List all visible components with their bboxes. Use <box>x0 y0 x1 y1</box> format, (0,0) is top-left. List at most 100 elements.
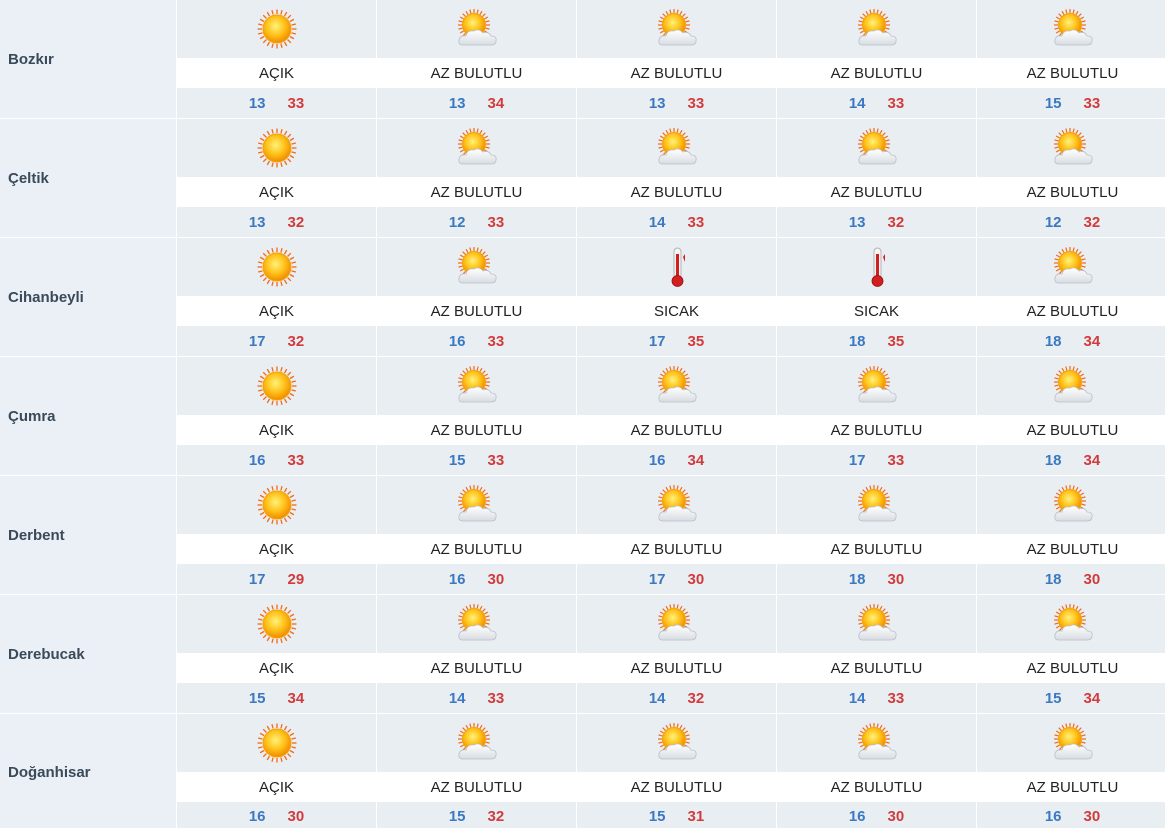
temperature-range: 17 30 <box>577 564 776 594</box>
max-temperature: 29 <box>287 570 305 588</box>
partly-cloudy-icon <box>455 7 499 51</box>
max-temperature: 34 <box>287 689 305 707</box>
temperature-range: 13 32 <box>777 207 976 237</box>
temperature-range: 18 34 <box>977 445 1165 475</box>
max-temperature: 34 <box>1083 689 1101 707</box>
max-temperature: 31 <box>687 807 705 825</box>
city-name[interactable]: Çeltik <box>0 119 177 237</box>
max-temperature: 30 <box>887 807 905 825</box>
weather-icon-cell <box>177 476 376 534</box>
min-temperature: 17 <box>848 451 866 469</box>
weather-description: AZ BULUTLU <box>377 58 576 88</box>
city-name[interactable]: Doğanhisar <box>0 714 177 828</box>
max-temperature: 34 <box>1083 332 1101 350</box>
max-temperature: 33 <box>487 451 505 469</box>
city-name[interactable]: Derebucak <box>0 595 177 713</box>
weather-description: AZ BULUTLU <box>977 415 1165 445</box>
temperature-range: 17 29 <box>177 564 376 594</box>
weather-description: AZ BULUTLU <box>977 177 1165 207</box>
min-temperature: 17 <box>648 570 666 588</box>
weather-description: AZ BULUTLU <box>577 534 776 564</box>
forecast-day-cell: AÇIK 16 30 <box>177 714 377 828</box>
weather-icon-cell <box>577 714 776 772</box>
min-temperature: 18 <box>1044 332 1062 350</box>
temperature-range: 14 33 <box>777 683 976 713</box>
partly-cloudy-icon <box>655 7 699 51</box>
max-temperature: 32 <box>287 213 305 231</box>
min-temperature: 15 <box>1044 94 1062 112</box>
weather-description: AZ BULUTLU <box>577 58 776 88</box>
thermometer-icon <box>855 245 899 289</box>
forecast-day-cell: AZ BULUTLU 16 30 <box>777 714 977 828</box>
sun-icon <box>255 126 299 170</box>
temperature-range: 13 34 <box>377 88 576 118</box>
weather-icon-cell <box>177 714 376 772</box>
forecast-day-cell: AZ BULUTLU 17 33 <box>777 357 977 475</box>
city-name[interactable]: Bozkır <box>0 0 177 118</box>
sun-icon <box>255 7 299 51</box>
forecast-day-cell: AZ BULUTLU 17 30 <box>577 476 777 594</box>
temperature-range: 18 30 <box>977 564 1165 594</box>
max-temperature: 33 <box>487 332 505 350</box>
sun-icon <box>255 721 299 765</box>
forecast-day-cell: AZ BULUTLU 16 30 <box>977 714 1165 828</box>
sun-icon <box>255 364 299 408</box>
weather-description: AÇIK <box>177 296 376 326</box>
temperature-range: 12 32 <box>977 207 1165 237</box>
weather-icon-cell <box>977 0 1165 58</box>
forecast-table: Bozkır AÇIK 13 33 AZ BULUTLU 13 34 AZ BU… <box>0 0 1165 828</box>
weather-description: AZ BULUTLU <box>777 653 976 683</box>
temperature-range: 17 33 <box>777 445 976 475</box>
max-temperature: 35 <box>887 332 905 350</box>
max-temperature: 34 <box>687 451 705 469</box>
temperature-range: 16 30 <box>177 802 376 828</box>
partly-cloudy-icon <box>855 721 899 765</box>
min-temperature: 16 <box>848 807 866 825</box>
weather-description: AZ BULUTLU <box>377 534 576 564</box>
temperature-range: 17 32 <box>177 326 376 356</box>
max-temperature: 33 <box>887 451 905 469</box>
max-temperature: 32 <box>687 689 705 707</box>
sun-icon <box>255 245 299 289</box>
forecast-day-cell: AÇIK 15 34 <box>177 595 377 713</box>
city-name[interactable]: Çumra <box>0 357 177 475</box>
max-temperature: 30 <box>687 570 705 588</box>
city-row: Cihanbeyli AÇIK 17 32 AZ BULUTLU 16 33 S… <box>0 238 1165 357</box>
weather-icon-cell <box>777 119 976 177</box>
partly-cloudy-icon <box>655 126 699 170</box>
weather-icon-cell <box>577 119 776 177</box>
weather-description: AZ BULUTLU <box>377 177 576 207</box>
city-name[interactable]: Cihanbeyli <box>0 238 177 356</box>
temperature-range: 14 33 <box>577 207 776 237</box>
min-temperature: 16 <box>1044 807 1062 825</box>
min-temperature: 12 <box>448 213 466 231</box>
forecast-day-cell: AZ BULUTLU 18 34 <box>977 238 1165 356</box>
max-temperature: 30 <box>287 807 305 825</box>
weather-icon-cell <box>777 357 976 415</box>
max-temperature: 32 <box>287 332 305 350</box>
forecast-day-cell: AZ BULUTLU 15 33 <box>377 357 577 475</box>
weather-description: AZ BULUTLU <box>377 653 576 683</box>
max-temperature: 30 <box>887 570 905 588</box>
min-temperature: 18 <box>848 332 866 350</box>
city-row: Derebucak AÇIK 15 34 AZ BULUTLU 14 33 AZ… <box>0 595 1165 714</box>
forecast-day-cell: AZ BULUTLU 12 32 <box>977 119 1165 237</box>
forecast-day-cell: AZ BULUTLU 14 32 <box>577 595 777 713</box>
partly-cloudy-icon <box>855 126 899 170</box>
partly-cloudy-icon <box>455 602 499 646</box>
temperature-range: 13 33 <box>577 88 776 118</box>
min-temperature: 14 <box>848 689 866 707</box>
temperature-range: 16 33 <box>377 326 576 356</box>
forecast-day-cell: AZ BULUTLU 14 33 <box>777 0 977 118</box>
weather-description: AZ BULUTLU <box>977 296 1165 326</box>
min-temperature: 14 <box>648 213 666 231</box>
city-name[interactable]: Derbent <box>0 476 177 594</box>
weather-icon-cell <box>977 714 1165 772</box>
forecast-day-cell: AZ BULUTLU 15 34 <box>977 595 1165 713</box>
forecast-day-cell: AÇIK 13 33 <box>177 0 377 118</box>
weather-description: AÇIK <box>177 415 376 445</box>
partly-cloudy-icon <box>1051 7 1095 51</box>
weather-icon-cell <box>377 0 576 58</box>
temperature-range: 13 32 <box>177 207 376 237</box>
weather-icon-cell <box>177 238 376 296</box>
